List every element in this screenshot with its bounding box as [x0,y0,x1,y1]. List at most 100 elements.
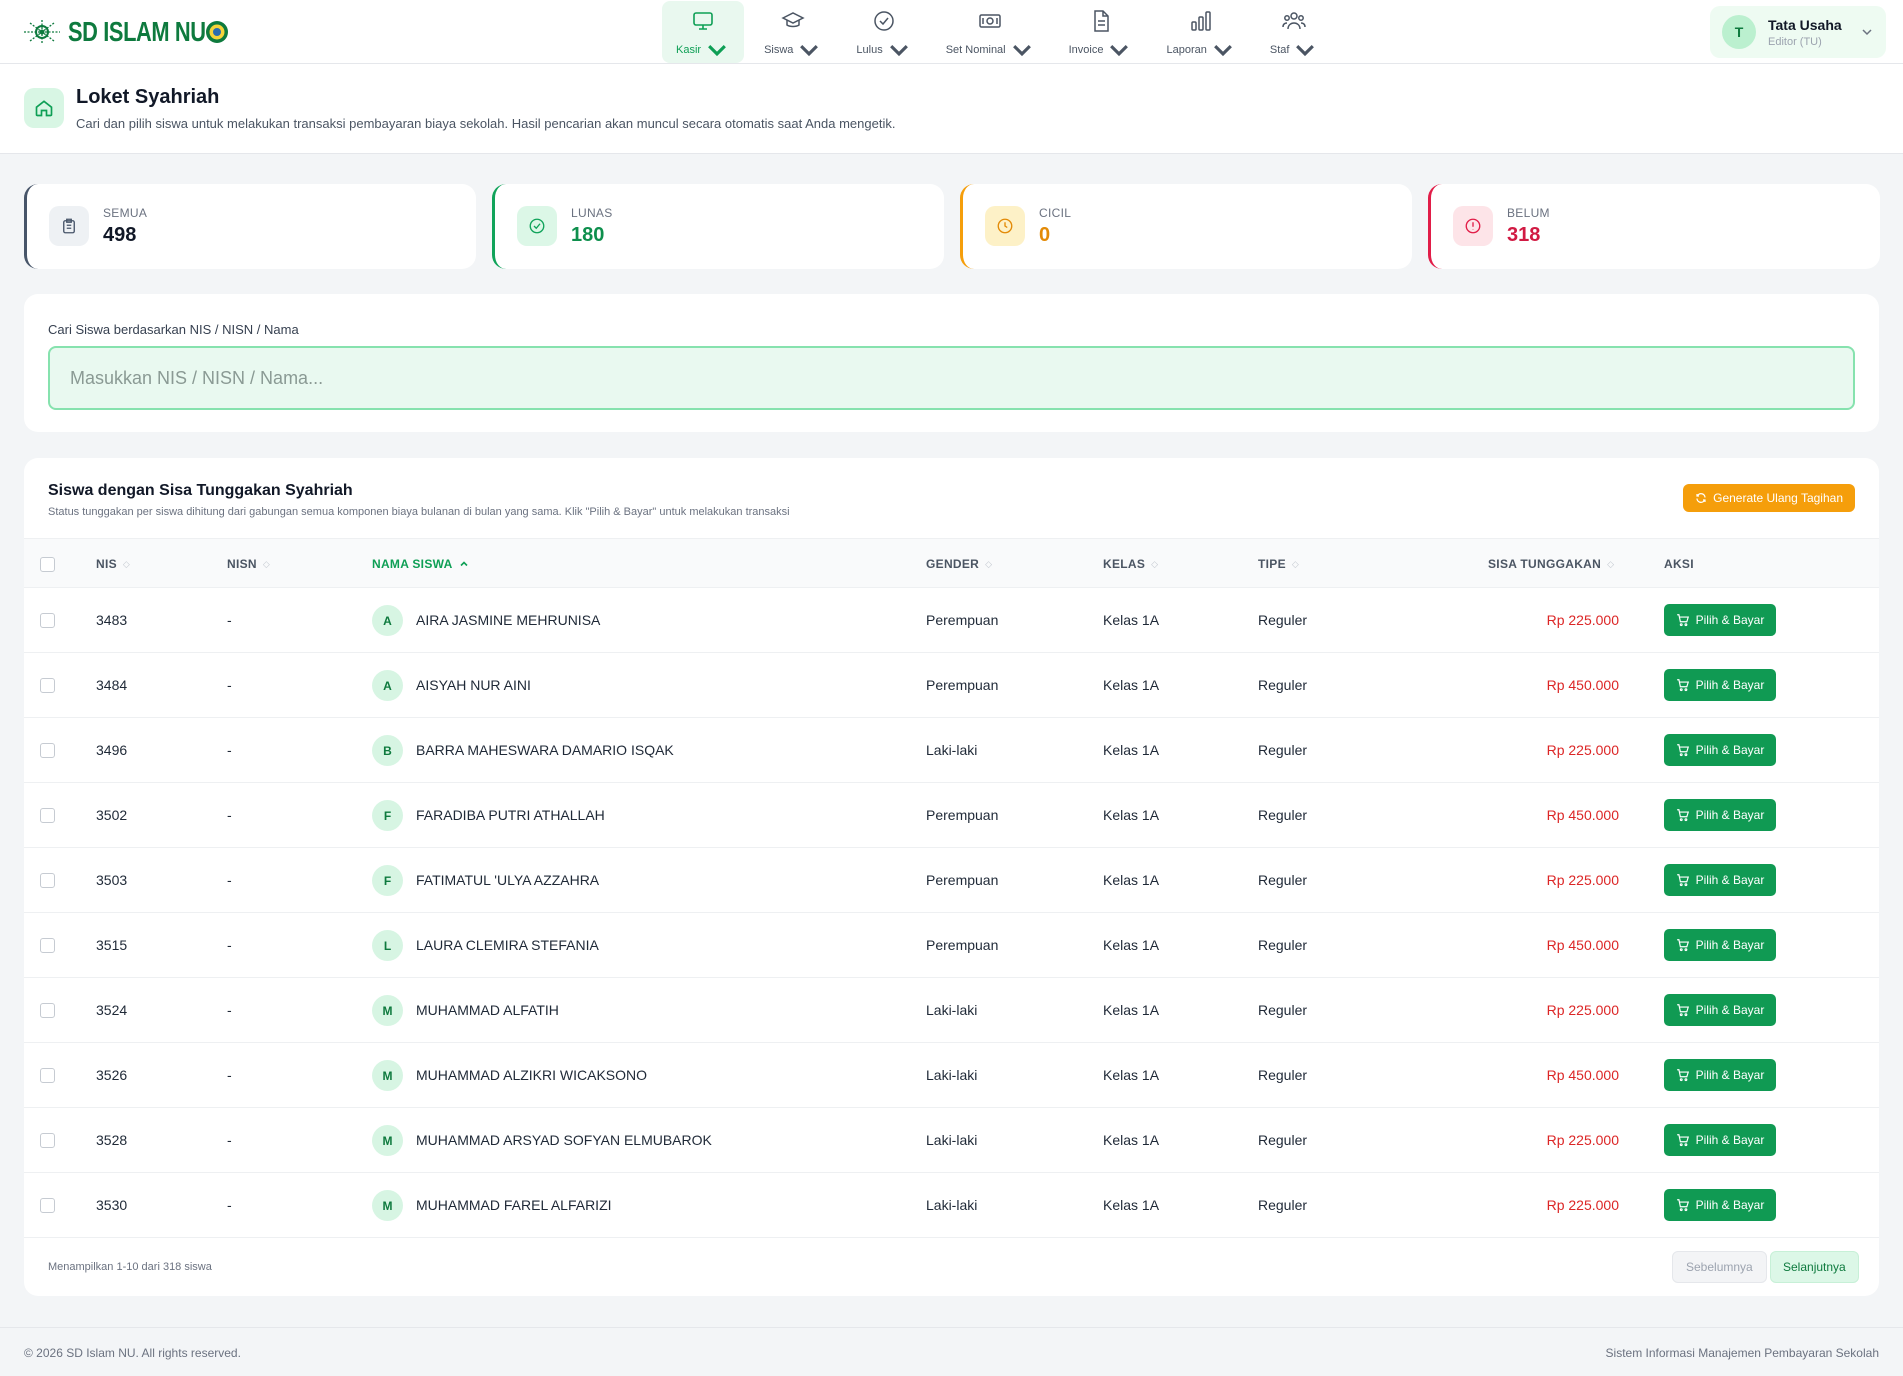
chevron-down-icon [1296,44,1315,57]
nav-label-siswa: Siswa [764,44,794,56]
cell-nis: 3524 [96,1002,128,1018]
sort-icon: ◇ [1151,558,1159,569]
pilih-bayar-button[interactable]: Pilih & Bayar [1664,734,1776,766]
shopping-cart-icon [1676,809,1689,822]
column-header-gender[interactable]: GENDER ◇ [926,557,992,571]
stat-card-semua[interactable]: SEMUA 498 [24,184,476,269]
select-all-checkbox[interactable] [40,557,55,572]
student-initial-avatar: M [372,1190,403,1221]
pilih-bayar-button[interactable]: Pilih & Bayar [1664,669,1776,701]
file-text-icon [1093,10,1109,32]
app-logo[interactable]: SD ISLAM NU [22,14,229,50]
chevron-down-icon [1862,29,1872,36]
nav-label-lulus: Lulus [856,44,883,56]
stat-card-cicil[interactable]: CICIL 0 [960,184,1412,269]
cell-nisn: - [227,612,232,628]
stat-label: BELUM [1507,206,1550,220]
sort-icon: ◇ [122,558,131,569]
nav-item-set-nominal[interactable]: Set Nominal [932,1,1049,63]
pilih-bayar-button[interactable]: Pilih & Bayar [1664,1124,1776,1156]
cell-nis: 3526 [96,1067,128,1083]
row-checkbox[interactable] [40,1198,55,1213]
page-subtitle: Cari dan pilih siswa untuk melakukan tra… [76,116,896,131]
chevron-down-icon [889,44,908,57]
student-initial-avatar: M [372,1060,403,1091]
table-row: 3483 - A AIRA JASMINE MEHRUNISA Perempua… [24,588,1879,653]
next-page-button[interactable]: Selanjutnya [1770,1251,1859,1283]
school-seal-icon [205,21,228,43]
column-header-sisa[interactable]: SISA TUNGGAKAN ◇ [1488,557,1614,571]
cell-tipe: Reguler [1258,1132,1308,1148]
shopping-cart-icon [1676,874,1689,887]
users-icon [1282,12,1306,30]
cell-kelas: Kelas 1A [1103,1067,1160,1083]
chevron-down-icon [1012,44,1031,57]
sort-icon: ◇ [262,558,271,569]
row-checkbox[interactable] [40,808,55,823]
user-info: Tata Usaha Editor (TU) [1768,17,1842,48]
row-checkbox[interactable] [40,1068,55,1083]
stat-card-belum[interactable]: BELUM 318 [1428,184,1880,269]
page-header: Loket Syahriah Cari dan pilih siswa untu… [0,64,1903,154]
column-header-tipe[interactable]: TIPE ◇ [1258,557,1299,571]
shopping-cart-icon [1676,939,1689,952]
nav-item-lulus[interactable]: Lulus [842,1,925,63]
system-name-text: Sistem Informasi Manajemen Pembayaran Se… [1605,1346,1879,1360]
search-input[interactable] [48,346,1855,410]
cell-tipe: Reguler [1258,677,1308,693]
nav-item-laporan[interactable]: Laporan [1152,1,1249,63]
cell-nisn: - [227,937,232,953]
cell-nisn: - [227,1197,232,1213]
cell-sisa-tunggakan: Rp 225.000 [1546,872,1619,888]
cell-nisn: - [227,1067,232,1083]
previous-page-button[interactable]: Sebelumnya [1672,1251,1767,1283]
cell-tipe: Reguler [1258,937,1308,953]
page-footer: © 2026 SD Islam NU. All rights reserved.… [0,1327,1903,1376]
pilih-bayar-button[interactable]: Pilih & Bayar [1664,929,1776,961]
nav-item-invoice[interactable]: Invoice [1055,1,1147,63]
nav-label-set-nominal: Set Nominal [945,44,1006,56]
cell-nama: FARADIBA PUTRI ATHALLAH [416,807,605,823]
stat-card-lunas[interactable]: LUNAS 180 [492,184,944,269]
cell-sisa-tunggakan: Rp 225.000 [1546,612,1619,628]
shopping-cart-icon [1676,1069,1689,1082]
row-checkbox[interactable] [40,938,55,953]
stat-icon-wrap [49,206,89,246]
copyright-text: © 2026 SD Islam NU. All rights reserved. [24,1346,241,1360]
search-label: Cari Siswa berdasarkan NIS / NISN / Nama [48,322,299,337]
clock-icon [997,218,1013,234]
cell-kelas: Kelas 1A [1103,937,1160,953]
column-header-kelas[interactable]: KELAS ◇ [1103,557,1158,571]
nav-item-kasir[interactable]: Kasir [662,1,745,63]
pilih-bayar-button[interactable]: Pilih & Bayar [1664,1189,1776,1221]
cell-kelas: Kelas 1A [1103,742,1160,758]
pilih-bayar-button[interactable]: Pilih & Bayar [1664,799,1776,831]
column-header-nisn[interactable]: NISN ◇ [227,557,270,571]
row-checkbox[interactable] [40,1133,55,1148]
pilih-bayar-button[interactable]: Pilih & Bayar [1664,994,1776,1026]
row-checkbox[interactable] [40,1003,55,1018]
nav-item-staf[interactable]: Staf [1256,1,1333,63]
column-header-nama[interactable]: NAMA SISWA [372,557,469,571]
row-checkbox[interactable] [40,873,55,888]
stat-icon-wrap [1453,206,1493,246]
table-row: 3530 - M MUHAMMAD FAREL ALFARIZI Laki-la… [24,1173,1879,1238]
row-checkbox[interactable] [40,678,55,693]
stat-label: CICIL [1039,206,1072,220]
cell-sisa-tunggakan: Rp 225.000 [1546,1132,1619,1148]
pilih-bayar-button[interactable]: Pilih & Bayar [1664,604,1776,636]
pilih-bayar-button[interactable]: Pilih & Bayar [1664,1059,1776,1091]
nav-item-siswa[interactable]: Siswa [750,1,836,63]
row-checkbox[interactable] [40,613,55,628]
column-header-aksi: AKSI [1664,557,1694,571]
pilih-bayar-button[interactable]: Pilih & Bayar [1664,864,1776,896]
cell-nisn: - [227,807,232,823]
cell-gender: Laki-laki [926,1197,978,1213]
user-menu[interactable]: T Tata Usaha Editor (TU) [1710,6,1886,58]
student-table-card: Siswa dengan Sisa Tunggakan Syahriah Sta… [24,458,1879,1296]
column-header-nis[interactable]: NIS ◇ [96,557,130,571]
row-checkbox[interactable] [40,743,55,758]
cell-gender: Perempuan [926,937,999,953]
home-icon [35,100,53,117]
generate-bills-button[interactable]: Generate Ulang Tagihan [1683,484,1855,512]
